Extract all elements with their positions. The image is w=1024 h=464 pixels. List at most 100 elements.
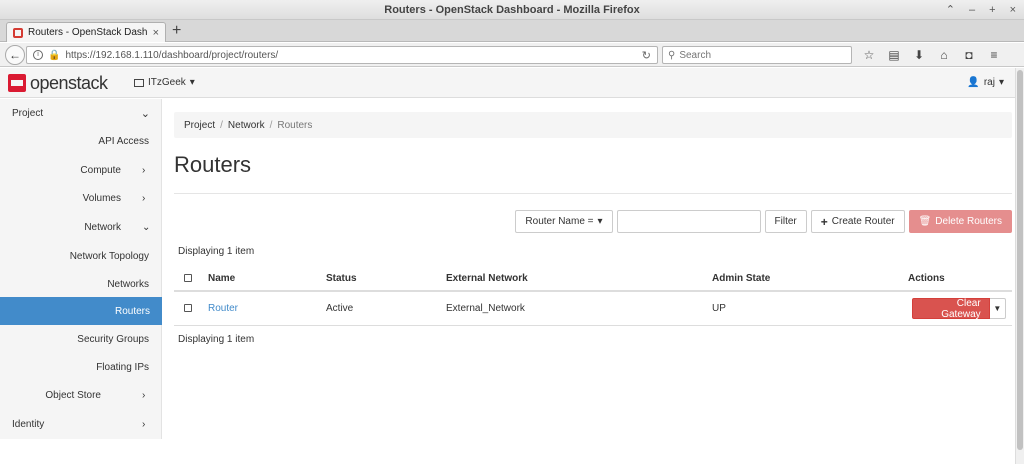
- site-info-icon[interactable]: i: [33, 50, 43, 60]
- sidebar-item-label: API Access: [98, 135, 149, 147]
- browser-search-input[interactable]: [679, 49, 840, 61]
- sidebar-item-label: Volumes: [82, 192, 121, 204]
- chevron-right-icon: ›: [142, 389, 146, 401]
- row-checkbox[interactable]: [184, 304, 192, 313]
- window-title: Routers - OpenStack Dashboard - Mozilla …: [384, 4, 640, 16]
- filter-button[interactable]: Filter: [764, 210, 807, 233]
- openstack-header: openstack ITzGeek ▾ 👤 raj ▾: [0, 68, 1024, 98]
- browser-navbar: ← i 🔒 https://192.168.1.110/dashboard/pr…: [0, 43, 1024, 67]
- item-count-bottom: Displaying 1 item: [178, 334, 255, 345]
- breadcrumb-network[interactable]: Network: [228, 120, 265, 131]
- sidebar-item-project[interactable]: Project ⌄: [12, 99, 162, 127]
- url-text[interactable]: https://192.168.1.110/dashboard/project/…: [65, 50, 636, 61]
- menu-icon[interactable]: ≡: [987, 46, 1001, 64]
- project-icon: [134, 78, 144, 87]
- sidebar-item-label: Routers: [114, 305, 150, 317]
- sidebar-item-label: Network: [84, 221, 121, 233]
- project-selector[interactable]: ITzGeek ▾: [134, 77, 195, 88]
- browser-tabstrip: Routers - OpenStack Dashb × +: [0, 20, 1024, 42]
- sidebar-item-label: Project: [12, 107, 44, 119]
- create-router-label: Create Router: [831, 216, 895, 227]
- row-select-cell: [174, 291, 204, 326]
- chevron-right-icon: ›: [142, 192, 146, 204]
- filter-field-dropdown[interactable]: Router Name = ▾: [515, 210, 613, 233]
- back-button[interactable]: ←: [5, 45, 25, 65]
- column-status[interactable]: Status: [322, 266, 442, 292]
- sidebar-item-networks[interactable]: Networks: [107, 270, 149, 298]
- sidebar-item-compute[interactable]: Compute: [80, 156, 121, 184]
- user-icon: 👤: [967, 77, 980, 88]
- column-external-network[interactable]: External Network: [442, 266, 708, 292]
- router-name-link[interactable]: Router: [208, 303, 238, 314]
- sidebar-item-floating-ips[interactable]: Floating IPs: [96, 353, 149, 381]
- window-titlebar: Routers - OpenStack Dashboard - Mozilla …: [0, 0, 1024, 20]
- scrollbar-thumb[interactable]: [1017, 70, 1023, 450]
- clear-gateway-button[interactable]: Clear Gateway: [912, 298, 990, 320]
- chevron-right-icon: ›: [142, 418, 146, 430]
- sidebar-item-label: Identity: [12, 418, 45, 430]
- delete-routers-button[interactable]: 🗑 Delete Routers: [908, 210, 1012, 233]
- column-name[interactable]: Name: [204, 266, 322, 292]
- window-shade-icon[interactable]: ⌃: [946, 0, 955, 20]
- project-name: ITzGeek: [148, 77, 186, 88]
- bookmark-star-icon[interactable]: ☆: [862, 46, 876, 64]
- filter-button-label: Filter: [774, 216, 797, 227]
- window-controls: ⌃ – + ×: [946, 0, 1016, 20]
- table-row: Router Active External_Network UP Clear …: [174, 291, 1012, 326]
- router-external-network-cell: External_Network: [442, 291, 708, 326]
- sidebar-item-label: Security Groups: [77, 333, 149, 345]
- table-header-row: Name Status External Network Admin State…: [174, 266, 1012, 292]
- sidebar-item-network-topology[interactable]: Network Topology: [70, 242, 149, 270]
- reload-icon[interactable]: ↻: [642, 49, 651, 62]
- sidebar-item-routers[interactable]: Routers: [0, 297, 162, 325]
- create-router-button[interactable]: + Create Router: [810, 210, 905, 233]
- url-bar[interactable]: i 🔒 https://192.168.1.110/dashboard/proj…: [26, 46, 658, 64]
- browser-search-box[interactable]: ⚲: [662, 46, 852, 64]
- sidebar-item-label: Compute: [80, 164, 121, 176]
- select-all-checkbox[interactable]: [184, 273, 192, 282]
- sidebar: Project ⌄ API Access Compute › Volumes ›…: [0, 99, 162, 439]
- sidebar-item-network[interactable]: Network: [84, 213, 121, 241]
- column-admin-state[interactable]: Admin State: [708, 266, 908, 292]
- tab-close-icon[interactable]: ×: [153, 27, 159, 39]
- breadcrumb-project[interactable]: Project: [184, 120, 215, 131]
- sidebar-item-label: Floating IPs: [96, 361, 149, 373]
- sidebar-item-volumes[interactable]: Volumes: [83, 184, 121, 212]
- reading-list-icon[interactable]: ▤: [887, 46, 901, 64]
- insecure-lock-icon[interactable]: 🔒: [48, 50, 60, 61]
- home-icon[interactable]: ⌂: [937, 46, 951, 64]
- filter-input[interactable]: [616, 210, 761, 233]
- window-minimize-icon[interactable]: –: [969, 0, 975, 20]
- logo-text: openstack: [30, 73, 108, 93]
- download-icon[interactable]: ⬇: [912, 46, 926, 64]
- pocket-icon[interactable]: ◘: [962, 46, 976, 64]
- sidebar-item-label: Object Store: [45, 389, 101, 401]
- window-maximize-icon[interactable]: +: [989, 0, 995, 20]
- sidebar-item-label: Network Topology: [69, 250, 149, 262]
- row-actions-dropdown[interactable]: ▼: [989, 298, 1006, 319]
- user-menu[interactable]: 👤 raj ▾: [967, 77, 1004, 88]
- browser-toolbar-icons: ☆ ▤ ⬇ ⌂ ◘ ≡: [862, 46, 1001, 64]
- chevron-down-icon: ▾: [189, 77, 195, 88]
- router-name-cell: Router: [204, 291, 322, 326]
- sidebar-item-label: Networks: [107, 278, 149, 290]
- sidebar-item-api-access[interactable]: API Access: [98, 127, 149, 155]
- openstack-logo[interactable]: openstack: [8, 74, 108, 92]
- search-icon: ⚲: [668, 49, 676, 61]
- sidebar-item-security-groups[interactable]: Security Groups: [77, 325, 149, 353]
- user-name: raj: [983, 77, 995, 88]
- row-action-group: Clear Gateway ▼: [912, 298, 1006, 320]
- router-actions-cell: Clear Gateway ▼: [908, 291, 1012, 326]
- new-tab-button[interactable]: +: [172, 22, 181, 40]
- plus-icon: +: [820, 214, 828, 229]
- window-close-icon[interactable]: ×: [1010, 0, 1016, 20]
- browser-tab-routers[interactable]: Routers - OpenStack Dashb ×: [6, 22, 166, 42]
- browser-tab-title: Routers - OpenStack Dashb: [28, 27, 148, 38]
- delete-routers-label: Delete Routers: [935, 216, 1002, 227]
- page-scrollbar[interactable]: [1015, 68, 1024, 464]
- breadcrumb-separator: /: [269, 119, 273, 131]
- sidebar-item-object-store[interactable]: Object Store: [45, 381, 101, 409]
- breadcrumb-routers: Routers: [277, 119, 313, 131]
- sidebar-item-identity[interactable]: Identity: [12, 410, 162, 438]
- router-status-cell: Active: [322, 291, 442, 326]
